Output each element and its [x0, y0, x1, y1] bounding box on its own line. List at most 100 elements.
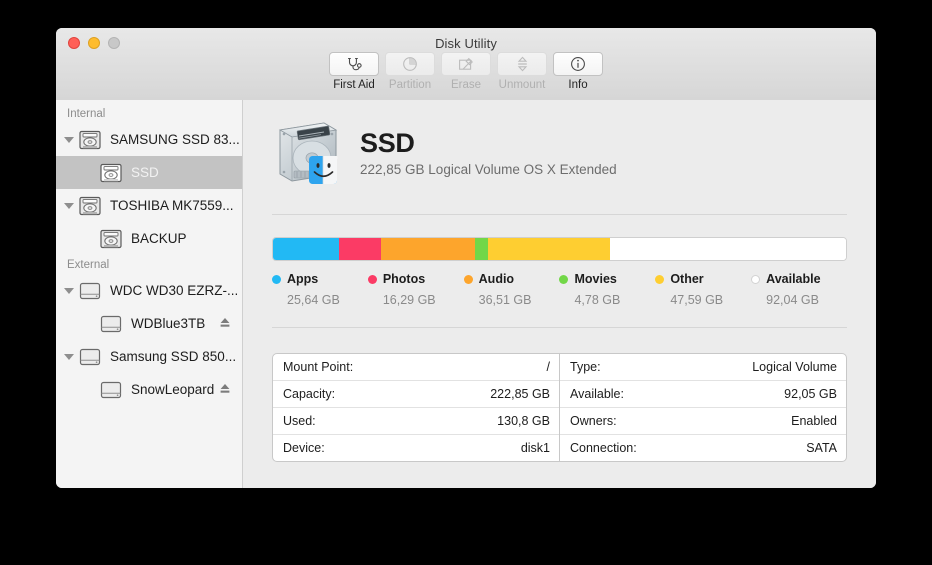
info-row-available: Available: 92,05 GB — [560, 381, 846, 408]
legend-dot-other — [655, 274, 665, 284]
legend-value: 16,29 GB — [382, 293, 436, 307]
sidebar-item-backup[interactable]: BACKUP — [56, 222, 242, 255]
external-drive-icon — [98, 378, 124, 402]
info-icon — [571, 57, 585, 71]
disclosure-triangle-icon[interactable] — [61, 202, 77, 209]
legend-label: Audio — [478, 272, 515, 286]
stethoscope-icon — [347, 57, 362, 70]
info-row-capacity: Capacity: 222,85 GB — [273, 381, 559, 408]
disk-title-block: SSD 222,85 GB Logical Volume OS X Extend… — [360, 128, 617, 177]
sidebar-item-label: SnowLeopard — [131, 382, 215, 397]
toolbar-label-erase: Erase — [450, 79, 482, 91]
toolbar-label-first-aid: First Aid — [333, 79, 375, 91]
window-titlebar: Disk Utility First Aid Partition Erase U… — [56, 28, 876, 101]
sidebar-item-wdblue3tb[interactable]: WDBlue3TB — [56, 307, 242, 340]
erase-button-face — [441, 52, 491, 76]
info-value: disk1 — [520, 441, 550, 455]
disclosure-triangle-icon[interactable] — [61, 287, 77, 294]
info-row-used: Used: 130,8 GB — [273, 408, 559, 435]
main-panel: SSD 222,85 GB Logical Volume OS X Extend… — [243, 100, 876, 488]
erase-icon — [459, 57, 473, 70]
info-value: 92,05 GB — [784, 387, 837, 401]
window-title: Disk Utility — [435, 36, 497, 51]
device-sidebar[interactable]: Internal SAMSUNG SSD 83... SSD TOSHIBA M… — [56, 100, 243, 488]
legend-item-audio: Audio 36,51 GB — [463, 272, 560, 307]
legend-label: Photos — [382, 272, 426, 286]
page-title: SSD — [360, 127, 415, 158]
legend-value: 4,78 GB — [574, 293, 621, 307]
divider-top — [272, 214, 847, 215]
disk-subtitle: 222,85 GB Logical Volume OS X Extended — [360, 161, 617, 177]
info-key: Mount Point: — [283, 360, 354, 374]
toolbar-label-unmount: Unmount — [498, 79, 546, 91]
info-value: 222,85 GB — [490, 387, 550, 401]
info-key: Available: — [570, 387, 624, 401]
legend-item-movies: Movies 4,78 GB — [559, 272, 655, 307]
finder-badge-icon — [309, 156, 338, 184]
legend-dot-movies — [559, 274, 569, 284]
sidebar-item-wdc-wd30-ezrz[interactable]: WDC WD30 EZRZ-... — [56, 274, 242, 307]
toolbar-label-info: Info — [568, 79, 588, 91]
unmount-icon — [517, 56, 527, 72]
info-value: SATA — [806, 441, 837, 455]
sidebar-item-toshiba-mk7559[interactable]: TOSHIBA MK7559... — [56, 189, 242, 222]
info-row-owners: Owners: Enabled — [560, 408, 846, 435]
sidebar-item-snowleopard[interactable]: SnowLeopard — [56, 373, 242, 406]
usage-segment-audio — [381, 238, 476, 260]
disclosure-triangle-icon[interactable] — [61, 353, 77, 360]
eject-icon[interactable] — [219, 316, 231, 332]
toolbar-button-partition[interactable]: Partition — [384, 52, 437, 92]
pie-chart-icon — [403, 57, 417, 71]
hard-disk-icon — [272, 118, 346, 186]
usage-segment-movies — [475, 238, 488, 260]
legend-value: 92,04 GB — [766, 293, 819, 307]
info-value: 130,8 GB — [497, 414, 550, 428]
sidebar-section-header-external: External — [67, 259, 110, 271]
disclosure-triangle-icon[interactable] — [61, 136, 77, 143]
usage-segment-available — [610, 238, 846, 260]
info-button-face — [553, 52, 603, 76]
info-value: / — [546, 360, 550, 374]
internal-drive-icon — [77, 194, 103, 218]
sidebar-item-samsung-ssd-83[interactable]: SAMSUNG SSD 83... — [56, 123, 242, 156]
external-drive-icon — [98, 312, 124, 336]
storage-legend: Apps 25,64 GB Photos 16,29 GB Audio 36,5… — [272, 272, 847, 307]
legend-item-available: Available 92,04 GB — [751, 272, 847, 307]
unmount-button-face — [497, 52, 547, 76]
storage-usage-bar — [272, 237, 847, 261]
info-column-right: Type: Logical Volume Available: 92,05 GB… — [560, 354, 846, 461]
sidebar-item-label: Samsung SSD 850... — [110, 349, 237, 364]
sidebar-item-label: WDBlue3TB — [131, 316, 206, 331]
toolbar-button-erase[interactable]: Erase — [440, 52, 493, 92]
sidebar-item-ssd[interactable]: SSD — [56, 156, 242, 189]
eject-icon[interactable] — [219, 382, 231, 398]
sidebar-section-header-internal: Internal — [67, 108, 106, 120]
legend-dot-audio — [463, 274, 473, 284]
info-key: Device: — [283, 441, 325, 455]
info-row-mount-point: Mount Point: / — [273, 354, 559, 381]
legend-label: Movies — [574, 272, 617, 286]
info-value: Enabled — [791, 414, 837, 428]
sidebar-item-label: TOSHIBA MK7559... — [110, 198, 234, 213]
usage-segment-photos — [339, 238, 382, 260]
info-key: Capacity: — [283, 387, 336, 401]
volume-icon — [98, 161, 124, 185]
info-row-device: Device: disk1 — [273, 435, 559, 461]
legend-item-photos: Photos 16,29 GB — [367, 272, 464, 307]
toolbar-button-first-aid[interactable]: First Aid — [328, 52, 381, 92]
sidebar-item-samsung-ssd-850[interactable]: Samsung SSD 850... — [56, 340, 242, 373]
info-key: Owners: — [570, 414, 617, 428]
legend-item-apps: Apps 25,64 GB — [272, 272, 368, 307]
sidebar-item-label: BACKUP — [131, 231, 187, 246]
legend-dot-photos — [367, 274, 377, 284]
toolbar: First Aid Partition Erase Unmount Info — [56, 52, 876, 92]
usage-segment-apps — [273, 238, 340, 260]
first-aid-button-face — [329, 52, 379, 76]
info-row-connection: Connection: SATA — [560, 435, 846, 461]
info-row-type: Type: Logical Volume — [560, 354, 846, 381]
sidebar-item-label: WDC WD30 EZRZ-... — [110, 283, 239, 298]
toolbar-button-unmount[interactable]: Unmount — [496, 52, 549, 92]
legend-item-other: Other 47,59 GB — [655, 272, 751, 307]
toolbar-button-info[interactable]: Info — [552, 52, 605, 92]
divider-bottom — [272, 327, 847, 328]
